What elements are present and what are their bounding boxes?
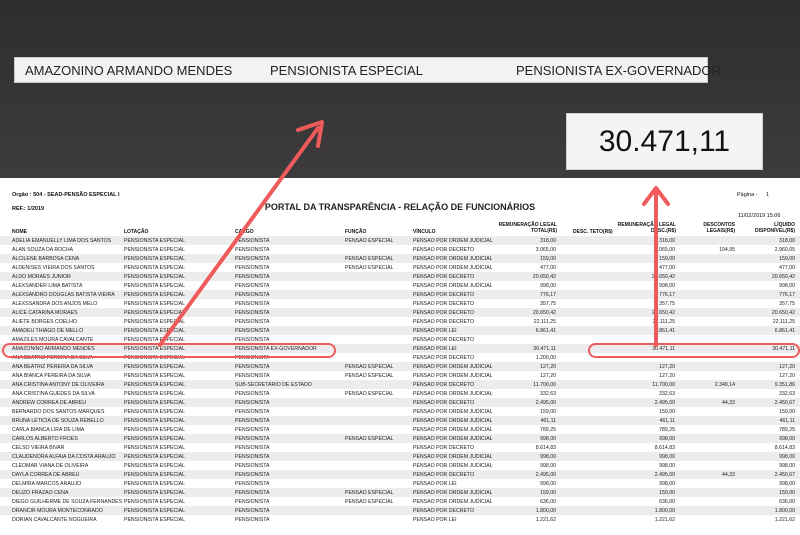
annotation-arrows xyxy=(158,120,670,347)
arrow-line-left xyxy=(158,126,320,347)
arrow-head-left xyxy=(296,120,324,148)
